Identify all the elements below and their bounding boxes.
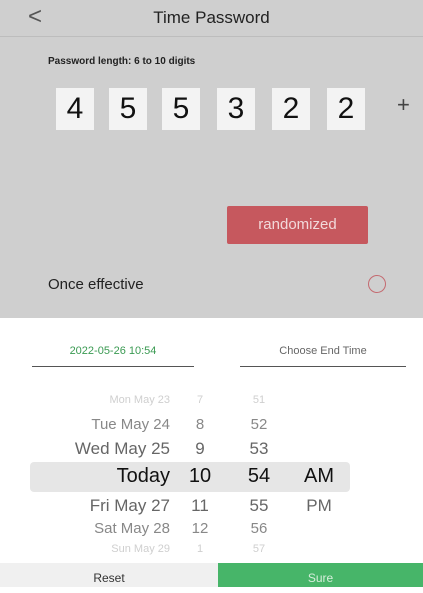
once-effective-radio[interactable] (368, 275, 386, 293)
minute-option-selected: 54 (247, 465, 271, 487)
ampm-option: PM (306, 496, 332, 515)
minute-option: 57 (252, 543, 266, 555)
date-option: Sun May 29 (111, 543, 170, 555)
date-option: Wed May 25 (74, 439, 170, 458)
date-option: Fri May 27 (89, 496, 170, 515)
hour-option: 12 (191, 520, 209, 537)
hour-option: 9 (195, 439, 205, 458)
minute-option: 53 (249, 439, 269, 458)
ampm-option-selected: AM (304, 465, 334, 487)
password-digit-2[interactable]: 5 (109, 88, 147, 130)
hour-option: 7 (196, 394, 204, 406)
password-digit-6[interactable]: 2 (327, 88, 365, 130)
password-length-label: Password length: 6 to 10 digits (48, 56, 196, 67)
add-digit-plus-icon[interactable]: + (397, 92, 410, 118)
password-digit-1[interactable]: 4 (56, 88, 94, 130)
hour-option: 11 (191, 496, 209, 515)
minute-option: 52 (250, 416, 268, 433)
end-time-field[interactable]: Choose End Time (240, 340, 406, 367)
password-digit-5[interactable]: 2 (272, 88, 310, 130)
minute-option: 51 (252, 394, 266, 406)
start-time-field[interactable]: 2022-05-26 10:54 (32, 340, 194, 367)
dimmed-background (0, 0, 423, 318)
date-picker-column[interactable]: Mon May 23 Tue May 24 Wed May 25 Today F… (30, 392, 180, 556)
sure-button[interactable]: Sure (218, 563, 423, 587)
page-title: Time Password (153, 8, 270, 27)
action-footer: Reset Sure (0, 563, 423, 587)
minute-picker-column[interactable]: 51 52 53 54 55 56 57 (238, 392, 280, 556)
password-digit-4[interactable]: 3 (217, 88, 255, 130)
hour-option-selected: 10 (188, 465, 212, 487)
once-effective-label: Once effective (48, 276, 144, 293)
password-digit-3[interactable]: 5 (162, 88, 200, 130)
minute-option: 55 (249, 496, 269, 515)
header-bar: < Time Password (0, 0, 423, 37)
hour-option: 8 (195, 416, 205, 433)
hour-picker-column[interactable]: 7 8 9 10 11 12 1 (180, 392, 220, 556)
ampm-picker-column[interactable]: AM PM (295, 392, 343, 556)
minute-option: 56 (250, 520, 268, 537)
date-option-selected: Today (116, 465, 170, 487)
date-option: Mon May 23 (109, 394, 170, 406)
date-option: Tue May 24 (91, 416, 170, 433)
reset-button[interactable]: Reset (0, 563, 218, 587)
randomize-button[interactable]: randomized (227, 206, 368, 244)
hour-option: 1 (196, 543, 204, 555)
date-option: Sat May 28 (94, 520, 170, 537)
